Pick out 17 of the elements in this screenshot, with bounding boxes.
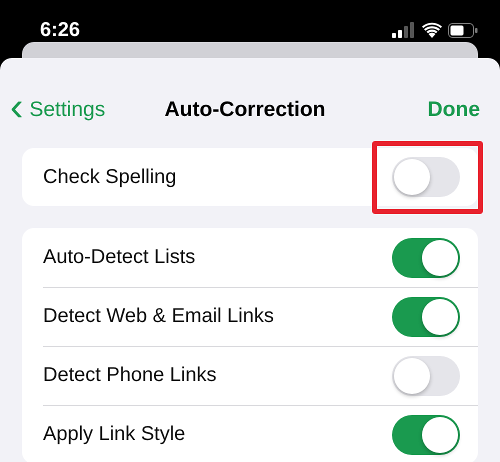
battery-icon	[448, 22, 478, 38]
toggle-switch[interactable]	[392, 414, 460, 454]
setting-label: Apply Link Style	[43, 423, 186, 446]
done-button[interactable]: Done	[428, 98, 480, 122]
toggle-switch[interactable]	[392, 238, 460, 278]
nav-title: Auto-Correction	[164, 98, 326, 122]
toggle-switch[interactable]	[392, 356, 460, 396]
setting-label: Detect Web & Email Links	[43, 305, 274, 328]
setting-label: Check Spelling	[43, 166, 176, 188]
wifi-icon	[422, 22, 442, 38]
back-button[interactable]: ‹Settings	[10, 98, 106, 122]
setting-label: Auto-Detect Lists	[43, 246, 196, 269]
setting-label: Detect Phone Links	[43, 364, 216, 387]
toggle-switch[interactable]	[392, 296, 460, 336]
signal-icon	[392, 22, 416, 38]
toggle-switch[interactable]	[392, 157, 460, 197]
status-time: 6:26	[40, 18, 80, 42]
